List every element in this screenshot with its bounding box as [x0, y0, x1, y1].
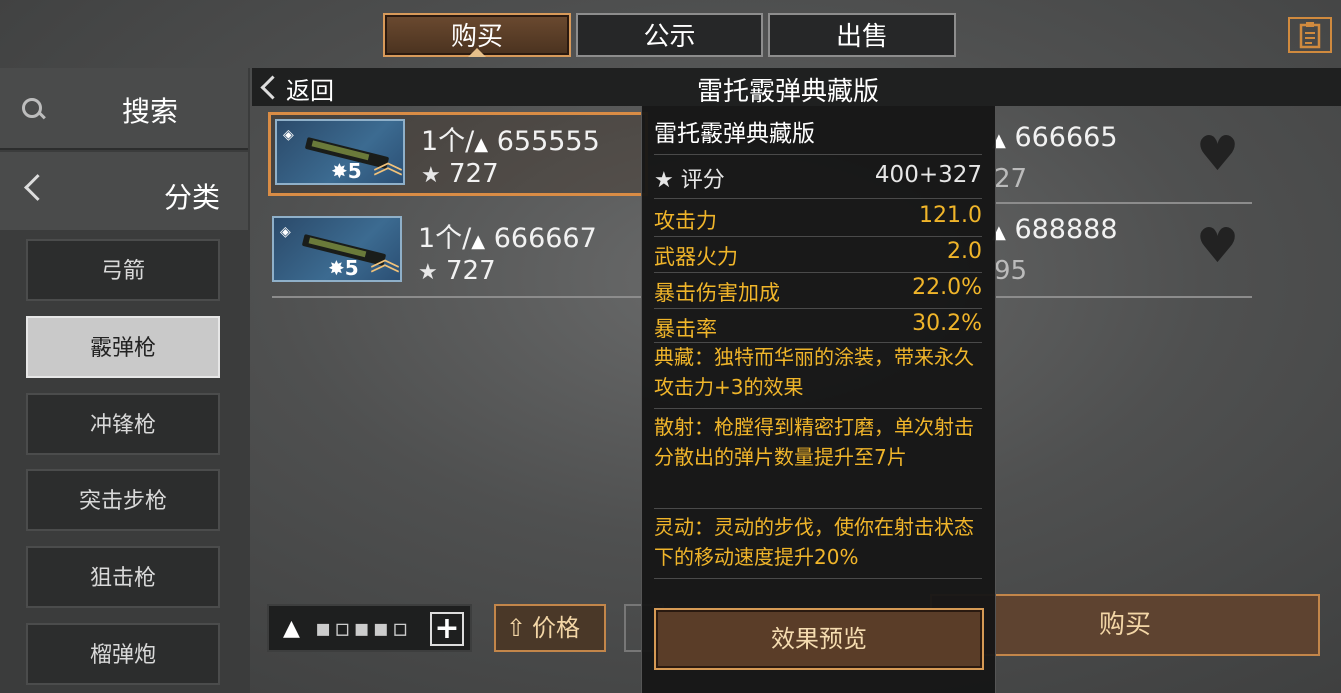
- silver-coin-icon: ▲: [474, 134, 489, 155]
- listing-score-right: 95: [994, 256, 1028, 286]
- tab-sell[interactable]: 出售: [768, 13, 956, 57]
- search-button[interactable]: 搜索: [0, 68, 248, 150]
- heart-icon[interactable]: ♥: [1196, 126, 1239, 182]
- level-badge: ✸5: [331, 159, 362, 183]
- tooltip-divider: [654, 578, 982, 579]
- row-divider: [994, 202, 1252, 204]
- tooltip-divider: [654, 154, 982, 155]
- tab-announce[interactable]: 公示: [576, 13, 763, 57]
- perk-scatter: 散射：枪膛得到精密打磨，单次射击分散出的弹片数量提升至7片: [654, 415, 974, 469]
- rating-value: 400+327: [874, 162, 982, 188]
- category-toggle-button[interactable]: 分类: [0, 152, 248, 230]
- listing-price: 1个/▲ 655555: [421, 126, 600, 157]
- star-check-icon: ★: [421, 163, 441, 188]
- row-divider: [272, 296, 642, 298]
- rating-label: ★ 评分: [654, 168, 725, 193]
- perk-collection: 典藏：独特而华丽的涂装，带来永久攻击力+3的效果: [654, 345, 974, 399]
- top-tab-bar: 购买 公示 出售: [0, 0, 1341, 68]
- tooltip-divider: [654, 272, 982, 273]
- balance-value-obscured: ▪▫▪▪▫: [315, 614, 412, 642]
- stat-row-crit-damage: 暴击伤害加成 22.0%: [654, 275, 982, 305]
- clipboard-button[interactable]: [1288, 17, 1332, 53]
- level-badge: ✸5: [328, 256, 359, 280]
- silver-coin-icon: ▲: [283, 616, 300, 641]
- tooltip-divider: [654, 236, 982, 237]
- arrow-up-icon: ⇧: [506, 614, 527, 642]
- listing-price-right: ▲ 666665: [992, 122, 1118, 153]
- price-sort-button[interactable]: ⇧ 价格: [494, 604, 606, 652]
- tooltip-divider: [654, 198, 982, 199]
- tab-buy[interactable]: 购买: [383, 13, 571, 57]
- silver-coin-icon: ▲: [471, 231, 486, 252]
- heart-icon[interactable]: ♥: [1196, 218, 1239, 274]
- listing-card[interactable]: ◈ ✸5 ︽ 1个/▲ 655555 ★ 727: [268, 112, 648, 196]
- listing-price-right: ▲ 688888: [992, 214, 1118, 245]
- category-item-smg[interactable]: 冲锋枪: [26, 393, 220, 455]
- category-item-sniper[interactable]: 狙击枪: [26, 546, 220, 608]
- effect-preview-button[interactable]: 效果预览: [654, 608, 984, 670]
- back-chevron-icon: [260, 75, 285, 100]
- category-item-assault-rifle[interactable]: 突击步枪: [26, 469, 220, 531]
- tooltip-divider: [654, 508, 982, 509]
- chevron-left-icon: [24, 174, 51, 201]
- item-tooltip: 雷托霰弹典藏版 ★ 评分 400+327 攻击力 121.0 武器火力 2.0 暴击…: [641, 106, 996, 693]
- page-title: 雷托霰弹典藏版: [697, 77, 880, 107]
- add-currency-button[interactable]: +: [430, 612, 464, 646]
- category-item-bow[interactable]: 弓箭: [26, 239, 220, 301]
- listing-score-right: 27: [994, 164, 1028, 194]
- stat-row-crit-rate: 暴击率 30.2%: [654, 311, 982, 341]
- diamond-icon: ◈: [280, 224, 291, 240]
- listing-card[interactable]: ◈ ✸5 ︽ 1个/▲ 666667 ★ 727: [268, 212, 648, 296]
- diamond-icon: ◈: [283, 127, 294, 143]
- listing-price: 1个/▲ 666667: [418, 223, 597, 254]
- tooltip-divider: [654, 308, 982, 309]
- stat-row-attack: 攻击力 121.0: [654, 203, 982, 233]
- weapon-thumbnail: ◈ ✸5 ︽: [272, 216, 402, 282]
- stat-row-firepower: 武器火力 2.0: [654, 239, 982, 269]
- row-divider: [994, 296, 1252, 298]
- search-label: 搜索: [122, 95, 179, 128]
- currency-balance: ▲ ▪▫▪▪▫ +: [267, 604, 472, 652]
- tooltip-title: 雷托霰弹典藏版: [654, 121, 815, 147]
- listing-score: ★ 727: [418, 256, 496, 286]
- perk-agile: 灵动：灵动的步伐，使你在射击状态下的移动速度提升20%: [654, 515, 974, 569]
- clipboard-icon: [1299, 22, 1321, 49]
- weapon-thumbnail: ◈ ✸5 ︽: [275, 119, 405, 185]
- tooltip-divider: [654, 408, 982, 409]
- category-label: 分类: [164, 181, 221, 214]
- rating-row: ★ 评分 400+327: [654, 160, 982, 194]
- detail-header: 返回 雷托霰弹典藏版: [252, 68, 1341, 107]
- category-sidebar: 搜索 分类 弓箭 霰弹枪 冲锋枪 突击步枪 狙击枪 榴弹炮: [0, 68, 250, 693]
- back-label: 返回: [286, 77, 334, 105]
- category-item-grenade-launcher[interactable]: 榴弹炮: [26, 623, 220, 685]
- rank-chevron-icon: ︽: [373, 146, 403, 181]
- rank-chevron-icon: ︽: [370, 243, 400, 278]
- category-item-shotgun[interactable]: 霰弹枪: [26, 316, 220, 378]
- star-check-icon: ★: [654, 168, 674, 193]
- listing-score: ★ 727: [421, 159, 499, 189]
- search-icon: [22, 98, 42, 118]
- star-check-icon: ★: [418, 260, 438, 285]
